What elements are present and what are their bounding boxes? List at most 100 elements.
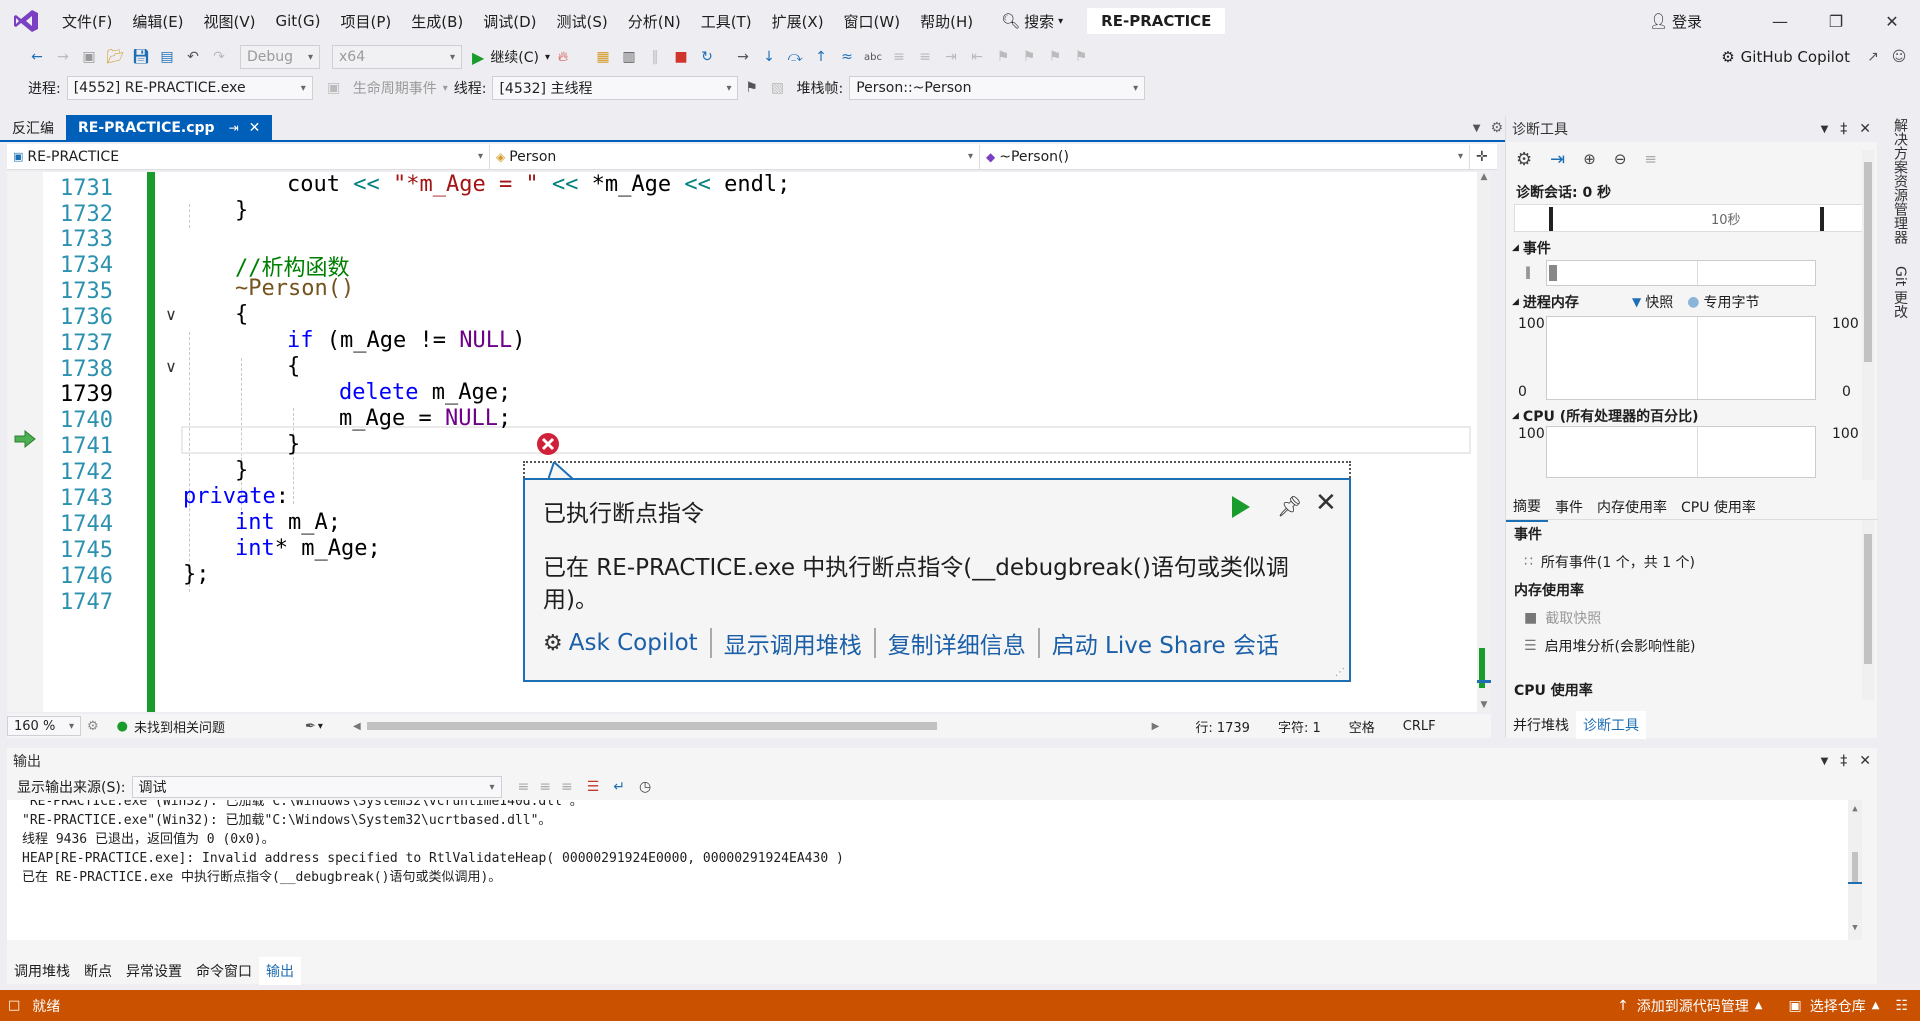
menu-build[interactable]: 生成(B)	[401, 0, 473, 42]
menu-project[interactable]: 项目(P)	[331, 0, 402, 42]
git-changes-tab[interactable]: Git 更改	[1890, 266, 1910, 319]
zoom-in-icon[interactable]: ⊕	[1583, 150, 1596, 168]
eol-indicator[interactable]: CRLF	[1403, 719, 1436, 734]
new-project-icon[interactable]: ▣	[76, 44, 102, 70]
vertical-scrollbar[interactable]: ▲ ▼	[1477, 172, 1491, 712]
select-repo-button[interactable]: 选择仓库	[1810, 996, 1866, 1016]
close-window-button[interactable]: ✕	[1864, 0, 1920, 42]
thread-select[interactable]: [4532] 主线程 ▾	[492, 76, 739, 100]
scroll-thumb[interactable]	[1852, 852, 1858, 882]
save-icon[interactable]: 💾︎	[128, 44, 154, 70]
menu-analyze[interactable]: 分析(N)	[618, 0, 691, 42]
word-wrap-icon[interactable]: ↵	[613, 779, 625, 795]
back-icon[interactable]: ←	[24, 44, 50, 70]
platform-select[interactable]: x64 ▾	[332, 45, 462, 69]
tab-disassembly[interactable]: 反汇编	[0, 115, 66, 141]
scroll-left-icon[interactable]: ◀	[353, 721, 361, 732]
stop-icon[interactable]: ■	[668, 44, 694, 70]
save-all-icon[interactable]: ▤	[154, 44, 180, 70]
diag-lower-scrollbar[interactable]	[1862, 520, 1874, 700]
bookmark-clear-icon[interactable]: ⚑	[1068, 44, 1094, 70]
next-message-icon[interactable]: ≡	[561, 779, 573, 795]
pin-icon[interactable]: ⇥	[229, 121, 239, 135]
continue-play-icon[interactable]	[1230, 494, 1252, 520]
menu-debug[interactable]: 调试(D)	[473, 0, 546, 42]
menu-window[interactable]: 窗口(W)	[834, 0, 911, 42]
chevron-down-icon[interactable]: ▼	[1821, 124, 1829, 135]
zoom-out-icon[interactable]: ⊖	[1614, 150, 1627, 168]
diag-upper-scrollbar[interactable]	[1862, 150, 1874, 480]
comment-icon[interactable]: ≡	[886, 44, 912, 70]
live-share-link[interactable]: 启动 Live Share 会话	[1052, 626, 1279, 660]
find-message-icon[interactable]: ≡	[518, 779, 530, 795]
take-snapshot-item[interactable]: ■ 截取快照	[1524, 608, 1601, 628]
stackframe-select[interactable]: Person::~Person ▾	[849, 76, 1146, 100]
prev-message-icon[interactable]: ≡	[539, 779, 551, 795]
restore-button[interactable]: ❐	[1808, 0, 1864, 42]
notifications-icon[interactable]: ☷	[1895, 998, 1908, 1014]
copilot-status-icon[interactable]: ⚙	[87, 719, 99, 734]
pin-icon[interactable]: 📌︎	[1277, 494, 1302, 518]
gear-icon[interactable]: ⚙	[1490, 120, 1503, 136]
tab-cpu-usage[interactable]: CPU 使用率	[1674, 493, 1763, 521]
bookmark-prev-icon[interactable]: ⚑	[1016, 44, 1042, 70]
close-icon[interactable]: ✕	[1315, 488, 1337, 518]
scroll-thumb[interactable]	[1864, 534, 1872, 664]
forward-icon[interactable]: →	[50, 44, 76, 70]
chevron-down-icon[interactable]: ▼	[1821, 756, 1829, 767]
tab-call-stack[interactable]: 调用堆栈	[7, 957, 77, 985]
add-source-control-button[interactable]: 添加到源代码管理	[1637, 996, 1749, 1016]
bookmark-next-icon[interactable]: ⚑	[1042, 44, 1068, 70]
menu-edit[interactable]: 编辑(E)	[122, 0, 193, 42]
tab-breakpoints[interactable]: 断点	[77, 957, 119, 985]
project-dropdown[interactable]: ▣ RE-PRACTICE ▾	[7, 144, 490, 169]
export-icon[interactable]: ⇥	[1550, 149, 1565, 170]
tab-source-file[interactable]: RE-PRACTICE.cpp ⇥ ✕	[66, 115, 273, 141]
pause-icon[interactable]: ‖	[642, 44, 668, 70]
spacing-indicator[interactable]: 空格	[1349, 717, 1375, 736]
feedback-icon[interactable]: ☺	[1886, 44, 1912, 70]
char-position[interactable]: 字符: 1	[1278, 717, 1321, 736]
tab-memory-usage[interactable]: 内存使用率	[1590, 493, 1674, 521]
show-next-statement-icon[interactable]: →	[730, 44, 756, 70]
events-section[interactable]: ◢ 事件	[1512, 238, 1551, 258]
heap-profiling-item[interactable]: ☰ 启用堆分析(会影响性能)	[1524, 636, 1696, 656]
memory-section[interactable]: ◢ 进程内存	[1512, 292, 1579, 312]
scroll-right-icon[interactable]: ▶	[1152, 721, 1160, 732]
all-events-item[interactable]: ∷ 所有事件(1 个，共 1 个)	[1524, 552, 1695, 572]
continue-button[interactable]: ▶ 继续(C) ▾	[472, 47, 550, 67]
pin-icon[interactable]: ‡	[1840, 121, 1847, 137]
window-icon[interactable]: ▥	[616, 44, 642, 70]
issues-status[interactable]: 未找到相关问题	[134, 717, 225, 736]
outdent-icon[interactable]: ⇤	[964, 44, 990, 70]
menu-extensions[interactable]: 扩展(X)	[762, 0, 834, 42]
copilot-button[interactable]: ⚙ GitHub Copilot	[1721, 48, 1850, 66]
member-dropdown[interactable]: ◆ ~Person() ▾	[980, 144, 1470, 169]
tab-diagnostic-tools[interactable]: 诊断工具	[1576, 711, 1646, 739]
tab-summary[interactable]: 摘要	[1506, 492, 1548, 522]
menu-file[interactable]: 文件(F)	[52, 0, 122, 42]
brush-icon[interactable]: ✒	[305, 719, 316, 734]
process-icon[interactable]: ▦	[590, 44, 616, 70]
menu-tools[interactable]: 工具(T)	[691, 0, 762, 42]
reset-zoom-icon[interactable]: ≡	[1644, 150, 1657, 168]
solution-explorer-tab[interactable]: 解决方案资源管理器	[1890, 118, 1910, 244]
bookmark-icon[interactable]: ⚑	[990, 44, 1016, 70]
scroll-thumb[interactable]	[1864, 162, 1872, 362]
zoom-select[interactable]: 160 % ▾	[7, 716, 81, 736]
scroll-up-icon[interactable]: ▲	[1848, 800, 1862, 819]
share-icon[interactable]: ↗	[1860, 44, 1886, 70]
hot-reload-icon[interactable]: 🔥︎	[550, 44, 576, 70]
output-source-select[interactable]: 调试 ▾	[131, 776, 502, 798]
lifecycle-label[interactable]: 生命周期事件	[347, 78, 443, 98]
memory-chart[interactable]	[1546, 316, 1816, 400]
copy-details-link[interactable]: 复制详细信息	[888, 626, 1026, 660]
restart-icon[interactable]: ↻	[694, 44, 720, 70]
redo-icon[interactable]: ↷	[206, 44, 232, 70]
close-icon[interactable]: ✕	[249, 120, 261, 136]
horizontal-scrollbar[interactable]	[366, 722, 937, 730]
output-text[interactable]: "RE-PRACTICE.exe"(Win32): 已加载"C:\Windows…	[7, 800, 1862, 940]
tab-parallel-stacks[interactable]: 并行堆栈	[1506, 711, 1576, 739]
undo-icon[interactable]: ↶	[180, 44, 206, 70]
close-icon[interactable]: ✕	[1859, 753, 1871, 769]
